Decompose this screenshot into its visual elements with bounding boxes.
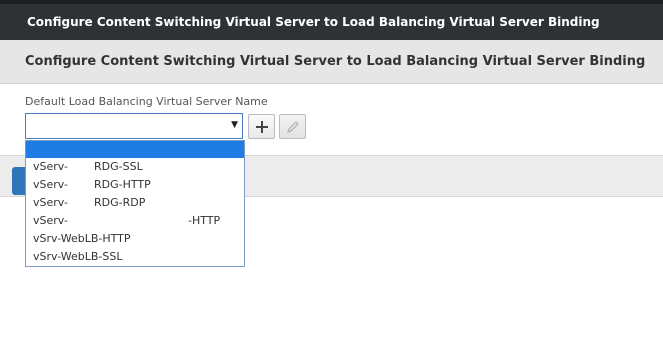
add-button[interactable] (248, 114, 275, 139)
dropdown-list: vServ- RDG-SSL vServ- RDG-HTTP vServ- RD… (25, 140, 245, 267)
dropdown-option-http[interactable]: vServ- -HTTP (26, 212, 244, 230)
heading-band: Configure Content Switching Virtual Serv… (0, 40, 663, 84)
edit-button[interactable] (279, 114, 306, 139)
dropdown-option-weblb-ssl[interactable]: vSrv-WebLB-SSL (26, 248, 244, 266)
dialog-titlebar: Configure Content Switching Virtual Serv… (0, 0, 663, 40)
dropdown-arrow-icon[interactable]: ▼ (231, 120, 238, 130)
dropdown-option-rdg-ssl[interactable]: vServ- RDG-SSL (26, 158, 244, 176)
lb-vserver-select[interactable]: ▼ (25, 113, 243, 139)
page-title: Configure Content Switching Virtual Serv… (25, 54, 646, 69)
dialog: Configure Content Switching Virtual Serv… (0, 0, 663, 354)
dropdown-option-rdg-http[interactable]: vServ- RDG-HTTP (26, 176, 244, 194)
dropdown-option-weblb-http[interactable]: vSrv-WebLB-HTTP (26, 230, 244, 248)
dropdown-option-empty[interactable] (26, 141, 244, 158)
plus-icon (256, 121, 268, 133)
pencil-icon (286, 121, 299, 134)
dialog-title: Configure Content Switching Virtual Serv… (27, 15, 600, 29)
lb-vserver-label: Default Load Balancing Virtual Server Na… (25, 95, 268, 108)
dropdown-option-rdg-rdp[interactable]: vServ- RDG-RDP (26, 194, 244, 212)
